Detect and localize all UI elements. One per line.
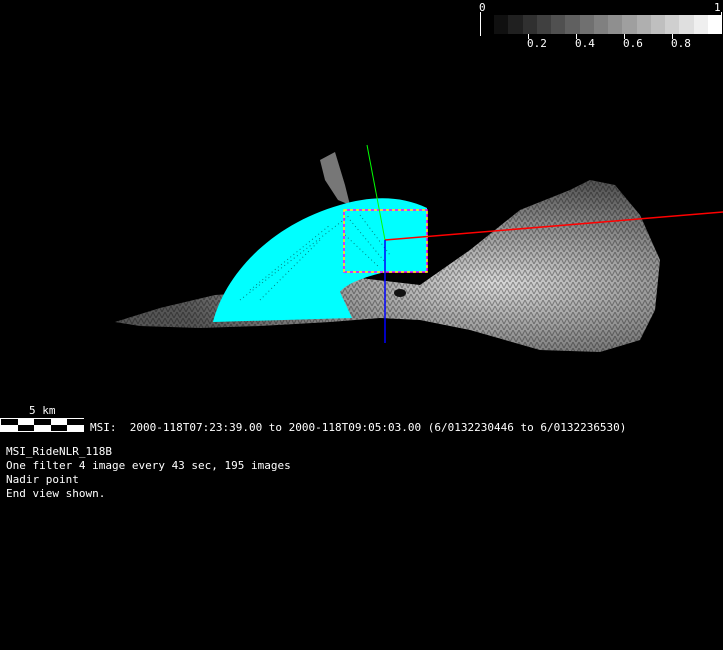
colorbar-segment (522, 15, 537, 34)
3d-view-canvas[interactable] (0, 0, 723, 650)
observation-time-range: MSI: 2000-118T07:23:39.00 to 2000-118T09… (90, 421, 627, 434)
sequence-name: MSI_RideNLR_118B (6, 445, 112, 458)
colorbar-segment (551, 15, 566, 34)
colorbar-segment (679, 15, 694, 34)
colorbar-segment (707, 15, 722, 34)
colorbar-tick-label: 0.2 (527, 37, 547, 50)
colorbar-max-label: 1 (714, 1, 721, 14)
colorbar-tick-label: 0.6 (623, 37, 643, 50)
colorbar-segment (665, 15, 680, 34)
colorbar-segment (650, 15, 665, 34)
colorbar-segment (579, 15, 594, 34)
colorbar-tick-label: 0.4 (575, 37, 595, 50)
view-status: End view shown. (6, 487, 106, 500)
colorbar-segment (494, 15, 509, 34)
colorbar-segment (608, 15, 623, 34)
colorbar-tick-label: 0.8 (671, 37, 691, 50)
colorbar-min-label: 0 (479, 1, 486, 14)
colorbar-segment (508, 15, 523, 34)
scale-bar (0, 418, 84, 432)
colorbar-segment (565, 15, 580, 34)
colorbar-segment (693, 15, 708, 34)
scale-bar-label: 5 km (29, 404, 56, 417)
colorbar-segment (622, 15, 637, 34)
colorbar-segment (636, 15, 651, 34)
colorbar-min-tick (480, 12, 481, 36)
sequence-description: One filter 4 image every 43 sec, 195 ima… (6, 459, 291, 472)
pointing-mode: Nadir point (6, 473, 79, 486)
colorbar-segment (536, 15, 551, 34)
colorbar-gradient (494, 15, 722, 34)
colorbar-segment (593, 15, 608, 34)
